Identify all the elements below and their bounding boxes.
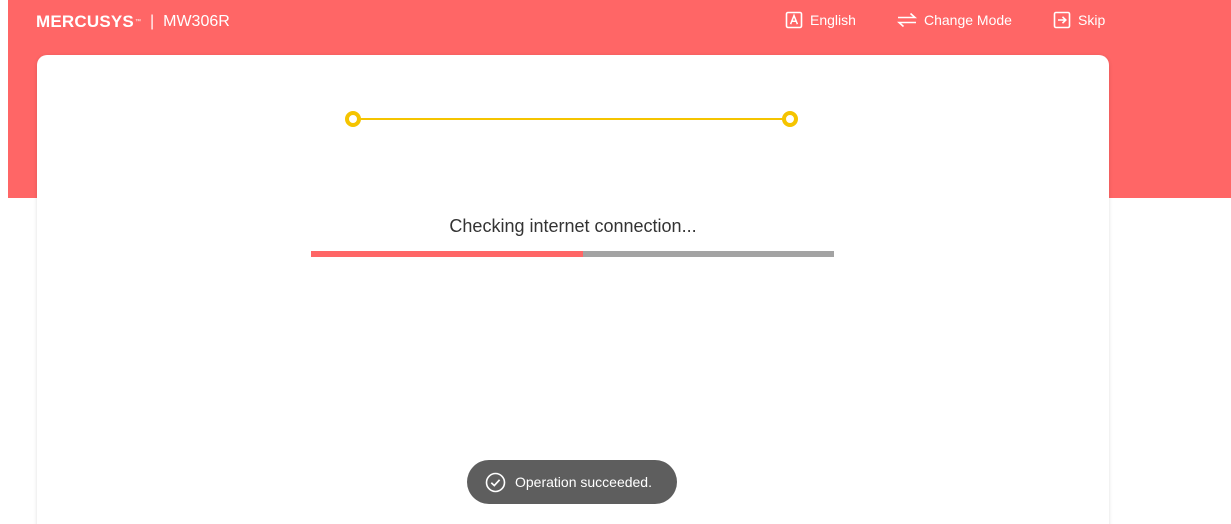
change-mode-label: Change Mode — [924, 12, 1012, 28]
page: MERCUSYS ™ | MW306R English Change Mode — [0, 0, 1231, 524]
change-mode-button[interactable]: Change Mode — [897, 8, 1012, 32]
language-icon — [785, 11, 803, 29]
check-circle-icon — [485, 472, 506, 493]
progress-bar — [311, 251, 834, 257]
top-actions: English Change Mode Skip — [0, 8, 1231, 32]
setup-card: Checking internet connection... — [37, 55, 1109, 524]
toast-notification: Operation succeeded. — [467, 460, 677, 504]
language-label: English — [810, 12, 856, 28]
skip-icon — [1053, 11, 1071, 29]
skip-label: Skip — [1078, 12, 1106, 28]
skip-button[interactable]: Skip — [1053, 8, 1105, 32]
step-dot-1 — [345, 111, 361, 127]
progress-bar-fill — [311, 251, 583, 257]
step-connector-line — [360, 118, 790, 120]
status-text: Checking internet connection... — [449, 216, 697, 236]
change-mode-icon — [897, 12, 917, 28]
step-indicator — [37, 55, 1109, 185]
toast-message: Operation succeeded. — [515, 474, 652, 490]
language-button[interactable]: English — [785, 8, 856, 32]
step-dot-2 — [782, 111, 798, 127]
